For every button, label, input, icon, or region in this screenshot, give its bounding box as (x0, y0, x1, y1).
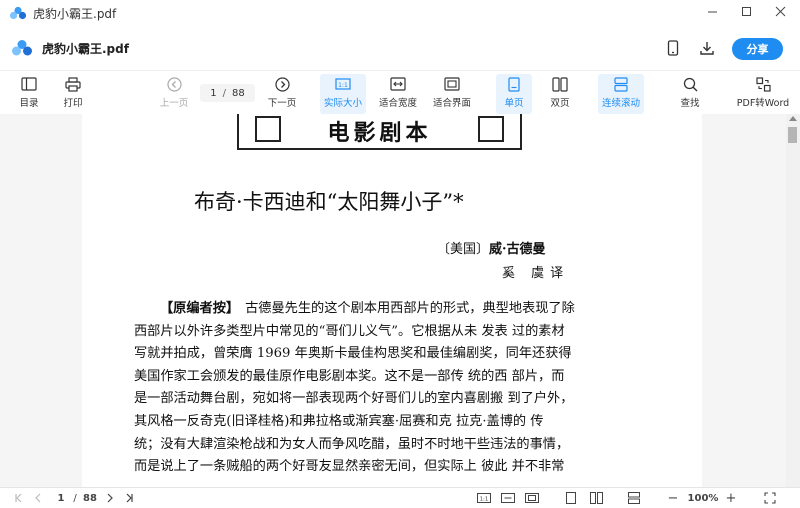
single-page-small-icon[interactable] (564, 491, 578, 505)
paragraph-line: 是一部活动舞台剧，宛如将一部表现两个好哥们儿的室内喜剧搬 到了户外， (134, 391, 574, 407)
fullscreen-icon[interactable] (762, 491, 778, 505)
paragraph-line: 西部片以外许多类型片中常见的“哥们儿义气”。它根据从未 发表 过的素材 (134, 323, 565, 339)
svg-text:1:1: 1:1 (480, 497, 489, 503)
vertical-scrollbar[interactable] (786, 114, 800, 487)
actual-size-label: 实际大小 (323, 98, 362, 109)
actual-size-button[interactable]: 1:1 实际大小 (320, 74, 366, 114)
actual-size-small-icon[interactable]: 1:1 (476, 491, 492, 505)
arrow-left-circle-icon (166, 74, 182, 94)
paragraph-line: 美国作家工会颁发的最佳原作电影剧本奖。这不是一部传 统的西 部片，而 (134, 368, 565, 384)
svg-text:1:1: 1:1 (338, 82, 348, 89)
actual-size-icon: 1:1 (335, 74, 351, 94)
continuous-scroll-button[interactable]: 连续滚动 (598, 74, 644, 114)
status-bar: 1 / 88 1:1 − 100% + (0, 487, 800, 508)
page-separator: / (222, 87, 226, 99)
paragraph-line: 而是说上了一条贼船的两个好哥友显然亲密无间，但实际上 彼此 并不非常 (134, 459, 565, 475)
fit-page-icon (444, 74, 460, 94)
search-label: 查找 (680, 98, 700, 109)
first-page-icon[interactable] (12, 491, 26, 505)
seal-right (478, 116, 504, 142)
current-page-input[interactable]: 1 (210, 88, 216, 99)
zoom-in-icon[interactable]: + (724, 491, 738, 506)
scroll-thumb[interactable] (788, 127, 797, 143)
continuous-scroll-icon (614, 74, 628, 94)
app-logo-icon (9, 6, 27, 20)
fit-width-label: 适合宽度 (378, 98, 417, 109)
prev-page-icon[interactable] (32, 491, 44, 505)
continuous-scroll-label: 连续滚动 (601, 98, 640, 109)
paragraph-line: 统；没有大肆渲染枪战和为女人而争风吃醋，虽时不时地干些违法的事情， (134, 436, 570, 452)
fit-page-small-icon[interactable] (524, 491, 540, 505)
single-page-icon (508, 74, 520, 94)
continuous-scroll-small-icon[interactable] (626, 491, 642, 505)
fit-page-label: 适合界面 (432, 98, 471, 109)
mobile-icon[interactable] (664, 39, 682, 57)
status-current-page[interactable]: 1 (54, 491, 68, 505)
editor-note-paragraph: 【原编者按】 古德曼先生的这个剧本用西部片的形式，典型地表现了除 西部片以外许多类… (134, 298, 575, 479)
next-page-button[interactable]: 下一页 (264, 74, 300, 114)
total-pages: 88 (232, 87, 245, 99)
share-button[interactable]: 分享 (732, 38, 783, 60)
author-name: 威·古德曼 (489, 242, 546, 257)
fit-width-small-icon[interactable] (500, 491, 516, 505)
close-icon[interactable] (765, 0, 795, 22)
page-banner: 电影剧本 (237, 114, 522, 150)
fit-width-button[interactable]: 适合宽度 (376, 74, 420, 114)
banner-text: 电影剧本 (327, 120, 432, 146)
paragraph-line: 【原编者按】 古德曼先生的这个剧本用西部片的形式，典型地表现了除 (160, 301, 575, 316)
toolbar: 目录 打印 上一页 下一页 1:1 实际大小 适合宽度 适合界面 单页 双页 连… (0, 72, 800, 114)
prev-page-label: 上一页 (159, 98, 189, 109)
toc-icon (21, 74, 37, 94)
last-page-icon[interactable] (122, 491, 136, 505)
app-logo-icon (12, 40, 32, 56)
title-bar: 虎豹小霸王.pdf (0, 0, 800, 26)
pdf-to-word-icon (755, 74, 771, 94)
pdf-to-word-label: PDF转Word (736, 98, 790, 109)
single-page-label: 单页 (504, 98, 524, 109)
minimize-icon[interactable] (697, 0, 727, 22)
author-prefix: 〔美国〕 (437, 242, 490, 257)
double-page-icon (552, 74, 568, 94)
toc-label: 目录 (19, 98, 39, 109)
search-button[interactable]: 查找 (672, 74, 708, 114)
zoom-level[interactable]: 100% (684, 491, 722, 505)
document-translator: 奚 虞译 (502, 266, 570, 281)
double-page-label: 双页 (550, 98, 570, 109)
arrow-right-circle-icon (274, 74, 290, 94)
restore-icon[interactable] (731, 0, 761, 22)
zoom-out-icon[interactable]: − (666, 491, 680, 506)
prev-page-button[interactable]: 上一页 (156, 74, 192, 114)
single-page-button[interactable]: 单页 (496, 74, 532, 114)
editor-note-lead: 【原编者按】 (160, 301, 240, 316)
pdf-page: 电影剧本 布奇·卡西迪和“太阳舞小子”* 〔美国〕威·古德曼 奚 虞译 【原编者… (82, 114, 702, 487)
search-icon (683, 74, 698, 94)
seal-left (255, 116, 281, 142)
download-icon[interactable] (698, 39, 716, 57)
page-number-box[interactable]: 1 / 88 (200, 84, 255, 102)
double-page-button[interactable]: 双页 (542, 74, 578, 114)
status-total-pages: 88 (83, 492, 97, 504)
scroll-up-arrow-icon[interactable] (789, 116, 797, 121)
print-button[interactable]: 打印 (58, 74, 88, 114)
next-page-icon[interactable] (104, 491, 116, 505)
toc-button[interactable]: 目录 (14, 74, 44, 114)
status-page-separator: / (73, 492, 77, 504)
document-title: 布奇·卡西迪和“太阳舞小子”* (194, 190, 464, 214)
window-title: 虎豹小霸王.pdf (33, 6, 117, 21)
document-author: 〔美国〕威·古德曼 (437, 238, 546, 257)
pdf-to-word-button[interactable]: PDF转Word (736, 74, 790, 114)
print-label: 打印 (63, 98, 83, 109)
printer-icon (65, 74, 81, 94)
file-name: 虎豹小霸王.pdf (42, 41, 129, 56)
fit-width-icon (390, 74, 406, 94)
paragraph-line: 其风格一反奇克(旧译桂格)和弗拉格或渐宾塞·屈赛和克 拉克·盖博的 传 (134, 413, 544, 429)
double-page-small-icon[interactable] (588, 491, 604, 505)
fit-page-button[interactable]: 适合界面 (430, 74, 474, 114)
paragraph-line: 写就并拍成，曾荣膺 1969 年奥斯卡最佳构思奖和最佳编剧奖，同年还获得 (134, 346, 572, 362)
document-viewer[interactable]: 电影剧本 布奇·卡西迪和“太阳舞小子”* 〔美国〕威·古德曼 奚 虞译 【原编者… (0, 114, 800, 487)
next-page-label: 下一页 (267, 98, 297, 109)
